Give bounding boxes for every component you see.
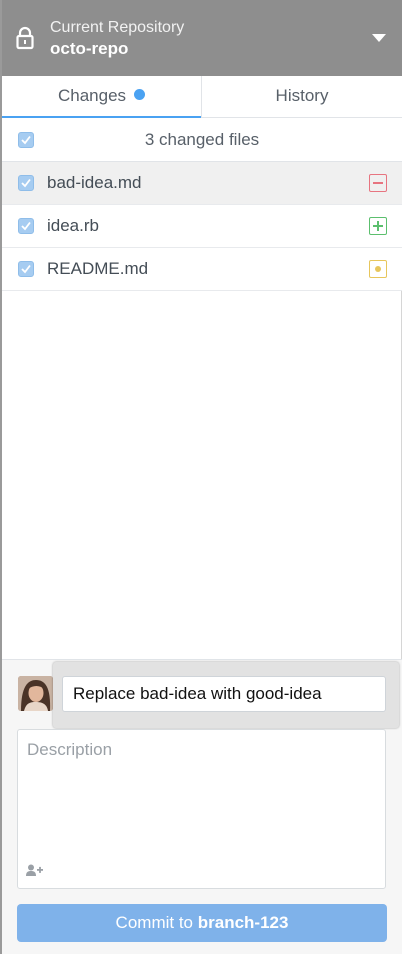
avatar [18,676,53,711]
commit-button[interactable]: Commit to branch-123 [17,904,387,942]
repository-label: Current Repository [50,19,185,36]
file-modified-icon [369,260,387,278]
description-placeholder: Description [27,740,113,759]
changes-indicator-dot [134,89,146,100]
file-name: bad-idea.md [47,173,142,192]
repository-selector[interactable]: Current Repository octo-repo [2,0,402,76]
file-row[interactable]: idea.rb [2,205,402,248]
commit-button-prefix: Commit to [115,913,198,932]
commit-description-field[interactable]: Description [17,729,386,889]
repository-name: octo-repo [50,39,129,58]
file-row[interactable]: bad-idea.md [2,162,402,205]
file-checkbox[interactable] [18,218,34,234]
tab-changes-label: Changes [57,86,127,105]
commit-summary-input[interactable] [62,676,386,712]
file-deleted-icon [369,174,387,192]
file-added-icon [369,217,387,235]
file-checkbox[interactable] [18,175,34,191]
checkmark-icon [21,178,31,188]
commit-branch-name: branch-123 [197,913,289,932]
add-coauthor-icon[interactable] [26,864,44,876]
changed-files-header: 3 changed files [2,118,402,162]
file-row[interactable]: README.md [2,248,402,291]
file-checkbox[interactable] [18,261,34,277]
chevron-down-icon[interactable] [372,34,386,42]
checkmark-icon [21,221,31,231]
checkmark-icon [21,264,31,274]
lock-icon [16,26,34,50]
tab-changes[interactable]: Changes [2,76,202,119]
changed-files-count: 3 changed files [144,130,260,149]
tab-history[interactable]: History [202,76,402,117]
tab-bar: Changes History [2,76,402,119]
file-name: README.md [47,259,149,278]
tab-history-label: History [275,86,329,105]
file-name: idea.rb [47,216,99,235]
